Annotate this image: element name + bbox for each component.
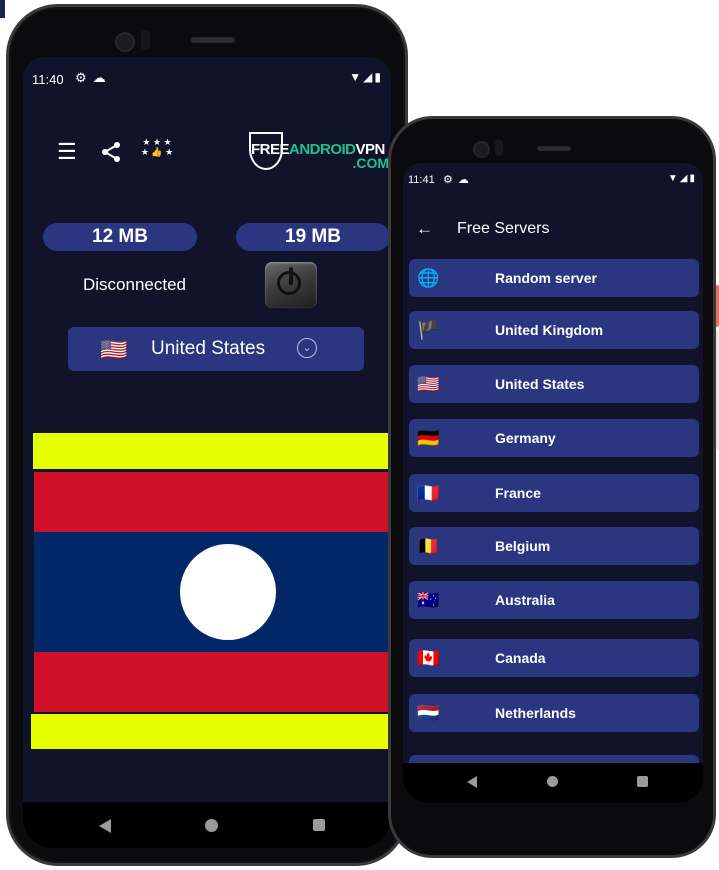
laos-flag-display — [31, 433, 391, 751]
status-time: 11:41 — [408, 174, 435, 186]
gear-icon: ⚙ — [443, 174, 458, 186]
server-item-united-states[interactable]: 🇺🇸 United States — [409, 365, 699, 403]
share-icon[interactable] — [100, 141, 122, 167]
nav-bar — [403, 763, 703, 803]
nav-home-icon[interactable] — [547, 776, 558, 787]
servers-screen: 11:41 ⚙☁ ▼◢▮ ← Free Servers 🌐 Random ser… — [403, 163, 703, 763]
server-item-australia[interactable]: 🇦🇺 Australia — [409, 581, 699, 619]
status-time: 11:40 — [32, 72, 64, 87]
status-bar: 11:40 ⚙☁ ▼◢▮ — [23, 57, 391, 97]
front-camera — [115, 32, 135, 52]
proximity-sensor — [495, 139, 503, 156]
germany-flag-icon: 🇩🇪 — [417, 428, 440, 448]
france-flag-icon: 🇫🇷 — [417, 483, 440, 503]
server-item-united-kingdom[interactable]: 🏴 United Kingdom — [409, 311, 699, 349]
upload-usage-pill: 19 MB — [236, 223, 390, 251]
menu-list-icon[interactable]: ☰ — [57, 141, 77, 163]
nav-home-icon[interactable] — [205, 819, 218, 832]
globe-icon: 🌐 — [417, 268, 440, 288]
flag-stripe-yellow-top — [33, 433, 391, 469]
belgium-flag-icon: 🇧🇪 — [417, 536, 440, 556]
nav-recents-icon[interactable] — [637, 776, 648, 787]
earpiece-speaker — [191, 37, 235, 43]
corner-decoration — [0, 0, 5, 18]
flag-stripe-red-bottom — [34, 652, 391, 712]
country-selector[interactable]: 🇺🇸 United States ⌄ — [68, 327, 364, 371]
cloud-icon: ☁ — [457, 174, 474, 186]
australia-flag-icon: 🇦🇺 — [417, 590, 440, 610]
us-flag-icon: 🇺🇸 — [417, 374, 440, 394]
netherlands-flag-icon: 🇳🇱 — [417, 703, 440, 723]
server-item-partial[interactable] — [409, 755, 699, 763]
server-item-netherlands[interactable]: 🇳🇱 Netherlands — [409, 694, 699, 732]
nav-back-icon[interactable] — [99, 819, 111, 833]
canada-flag-icon: 🇨🇦 — [417, 648, 440, 668]
wifi-icon: ▼ — [667, 173, 680, 184]
back-arrow-icon[interactable]: ← — [416, 219, 433, 239]
nav-recents-icon[interactable] — [313, 819, 325, 831]
server-item-france[interactable]: 🇫🇷 France — [409, 474, 699, 512]
battery-icon: ▮ — [374, 70, 383, 84]
page-title: Free Servers — [457, 220, 550, 237]
main-screen: 11:40 ⚙☁ ▼◢▮ ☰ ★ ★ ★ ★ 👍 ★ FREEANDROIDVPN… — [23, 57, 391, 802]
server-item-canada[interactable]: 🇨🇦 Canada — [409, 639, 699, 677]
front-camera — [473, 141, 490, 158]
flag-stripe-red-top — [34, 472, 391, 532]
battery-icon: ▮ — [689, 173, 697, 184]
selected-country-name: United States — [151, 338, 266, 359]
phone-main: 11:40 ⚙☁ ▼◢▮ ☰ ★ ★ ★ ★ 👍 ★ FREEANDROIDVPN… — [6, 4, 408, 866]
connect-power-button[interactable] — [265, 262, 317, 308]
nav-back-icon[interactable] — [467, 776, 477, 788]
server-item-germany[interactable]: 🇩🇪 Germany — [409, 419, 699, 457]
signal-icon: ◢ — [363, 70, 375, 84]
cloud-icon: ☁ — [92, 70, 112, 85]
server-item-belgium[interactable]: 🇧🇪 Belgium — [409, 527, 699, 565]
chevron-down-icon: ⌄ — [297, 338, 317, 358]
servers-header: ← Free Servers — [403, 215, 703, 245]
us-flag-icon: 🇺🇸 — [100, 337, 128, 362]
earpiece-speaker — [537, 146, 571, 151]
flag-white-circle — [180, 544, 276, 640]
flag-stripe-yellow-bottom — [31, 714, 391, 749]
server-item-random[interactable]: 🌐 Random server — [409, 259, 699, 297]
phone-servers: 11:41 ⚙☁ ▼◢▮ ← Free Servers 🌐 Random ser… — [388, 116, 716, 858]
gear-icon: ⚙ — [75, 70, 93, 85]
nav-bar — [23, 802, 391, 848]
wifi-icon: ▼ — [349, 70, 364, 84]
uk-flag-icon: 🏴 — [417, 320, 440, 340]
proximity-sensor — [141, 30, 150, 50]
status-bar: 11:41 ⚙☁ ▼◢▮ — [403, 163, 703, 197]
connection-status: Disconnected — [83, 275, 187, 294]
download-usage-pill: 12 MB — [43, 223, 197, 251]
app-logo: FREEANDROIDVPN .COM — [241, 129, 391, 179]
rate-app-icon[interactable]: ★ ★ ★ ★ 👍 ★ — [139, 137, 175, 157]
